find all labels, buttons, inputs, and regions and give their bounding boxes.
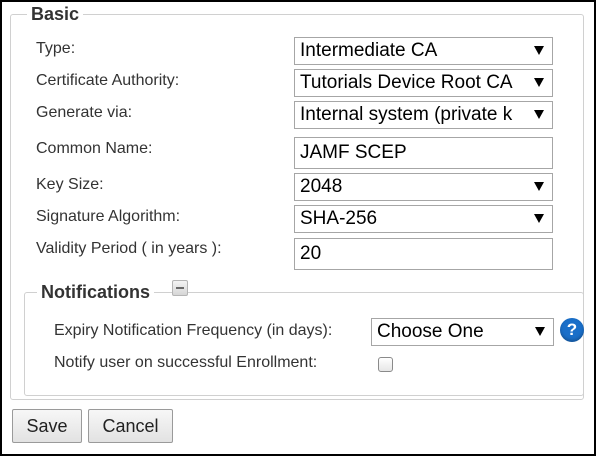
collapse-icon[interactable]: [172, 280, 188, 296]
type-select[interactable]: Intermediate CA: [294, 37, 553, 65]
signature-algorithm-label: Signature Algorithm:: [36, 208, 181, 225]
save-button[interactable]: Save: [12, 409, 82, 443]
expiry-frequency-select-value: Choose One: [377, 321, 484, 342]
notify-enrollment-label: Notify user on successful Enrollment:: [54, 354, 318, 371]
common-name-input[interactable]: JAMF SCEP: [294, 137, 553, 169]
certificate-authority-select-value: Tutorials Device Root CA: [300, 72, 513, 93]
key-size-select-value: 2048: [300, 176, 343, 197]
chevron-down-icon: [534, 214, 544, 223]
common-name-label: Common Name:: [36, 140, 153, 157]
generate-via-select-value: Internal system (private k: [300, 104, 513, 125]
expiry-frequency-select[interactable]: Choose One: [371, 318, 554, 346]
expiry-frequency-label: Expiry Notification Frequency (in days):: [54, 322, 333, 339]
cancel-button[interactable]: Cancel: [88, 409, 173, 443]
validity-period-input[interactable]: 20: [294, 238, 553, 270]
type-select-value: Intermediate CA: [300, 40, 438, 61]
generate-via-select[interactable]: Internal system (private k: [294, 101, 553, 129]
signature-algorithm-select[interactable]: SHA-256: [294, 205, 553, 233]
notifications-legend: Notifications: [41, 282, 151, 302]
key-size-select[interactable]: 2048: [294, 173, 553, 201]
notify-enrollment-checkbox[interactable]: [378, 357, 393, 372]
certificate-authority-label: Certificate Authority:: [36, 72, 180, 89]
chevron-down-icon: [535, 327, 545, 336]
basic-legend: Basic: [31, 4, 80, 24]
certificate-authority-select[interactable]: Tutorials Device Root CA: [294, 69, 553, 97]
chevron-down-icon: [534, 46, 544, 55]
chevron-down-icon: [534, 110, 544, 119]
key-size-label: Key Size:: [36, 176, 104, 193]
validity-period-label: Validity Period ( in years ):: [36, 240, 222, 257]
chevron-down-icon: [534, 78, 544, 87]
type-label: Type:: [36, 40, 76, 57]
help-icon[interactable]: ?: [560, 318, 584, 342]
chevron-down-icon: [534, 182, 544, 191]
generate-via-label: Generate via:: [36, 104, 133, 121]
signature-algorithm-select-value: SHA-256: [300, 208, 378, 229]
